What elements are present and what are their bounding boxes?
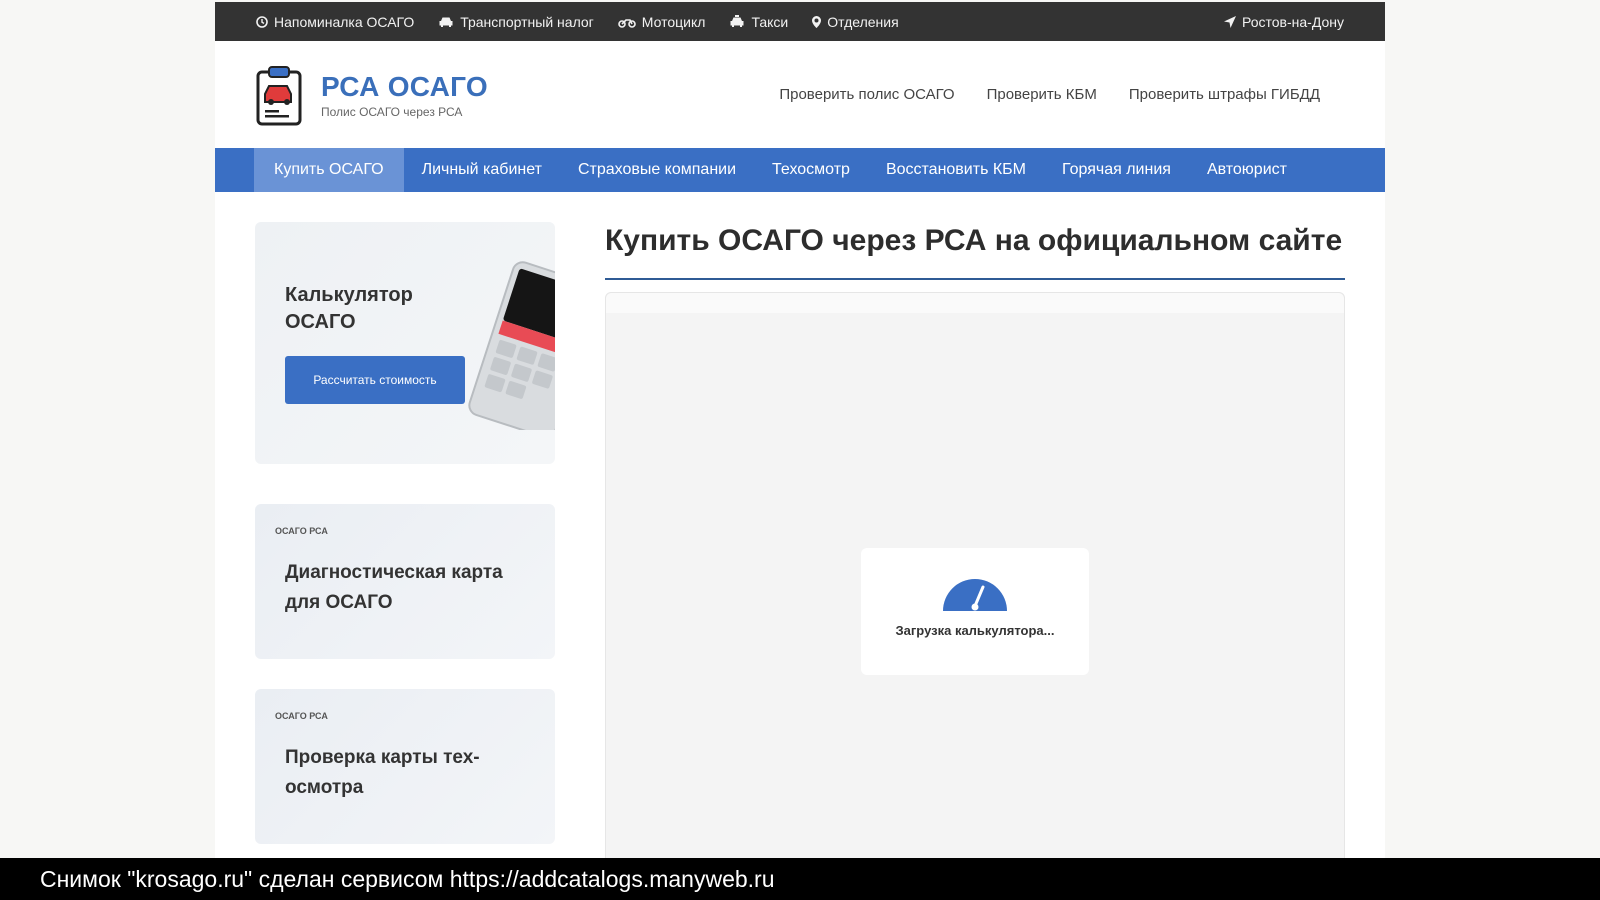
post-title: Проверка карты тех-осмотра [285, 747, 480, 798]
page-content: Калькулятор ОСАГО Рассчитать стоимость О… [215, 192, 1385, 858]
nav-item-hotline[interactable]: Горячая линия [1044, 148, 1189, 192]
title-divider [605, 278, 1345, 280]
main-nav: Купить ОСАГО Личный кабинет Страховые ко… [215, 148, 1385, 192]
topbar-link-label: Отделения [827, 13, 899, 30]
nav-item-inspection[interactable]: Техосмотр [754, 148, 868, 192]
location-arrow-icon [1224, 15, 1236, 28]
nav-item-account[interactable]: Личный кабинет [404, 148, 560, 192]
frame-top-strip [606, 293, 1344, 313]
nav-item-insurers[interactable]: Страховые компании [560, 148, 754, 192]
post-tag: ОСАГО РСА [275, 711, 328, 721]
topbar-link-taxi[interactable]: Такси [729, 14, 788, 30]
topbar-link-transport-tax[interactable]: Транспортный налог [438, 14, 594, 30]
post-title: Диагностическая карта для ОСАГО [285, 562, 503, 613]
sidebar: Калькулятор ОСАГО Рассчитать стоимость О… [255, 222, 555, 858]
post-card-inspection-check[interactable]: ОСАГО РСА Проверка карты тех-осмотра [255, 689, 555, 844]
city-selector[interactable]: Ростов-на-Дону [1224, 14, 1344, 30]
check-kbm-link[interactable]: Проверить КБМ [987, 86, 1097, 103]
map-pin-icon [812, 15, 822, 28]
topbar-link-motorcycle[interactable]: Мотоцикл [617, 13, 706, 30]
calculator-phone-image [468, 261, 555, 430]
motorcycle-icon [617, 18, 636, 28]
topbar-link-label: Напоминалка ОСАГО [274, 13, 415, 30]
topbar-link-label: Такси [751, 13, 789, 30]
top-bar-links: Напоминалка ОСАГО Транспортный налог Мот… [256, 14, 899, 30]
check-fines-link[interactable]: Проверить штрафы ГИБДД [1129, 86, 1320, 103]
main-column: Купить ОСАГО через РСА на официальном са… [605, 222, 1345, 858]
clock-icon [256, 15, 268, 28]
topbar-link-label: Мотоцикл [641, 13, 706, 30]
logo-subtitle: Полис ОСАГО через РСА [321, 104, 463, 119]
clipboard-car-icon [256, 65, 302, 125]
taxi-icon [730, 15, 744, 27]
calculate-cost-button[interactable]: Рассчитать стоимость [285, 356, 465, 404]
nav-item-restore-kbm[interactable]: Восстановить КБМ [868, 148, 1044, 192]
calculator-card-title: Калькулятор ОСАГО [285, 284, 413, 333]
header-links: Проверить полис ОСАГО Проверить КБМ Пров… [779, 86, 1320, 103]
city-label: Ростов-на-Дону [1242, 13, 1344, 30]
post-tag: ОСАГО РСА [275, 526, 328, 536]
topbar-link-label: Транспортный налог [460, 13, 594, 30]
calculator-card: Калькулятор ОСАГО Рассчитать стоимость [255, 222, 555, 464]
capture-caption: Снимок "krosago.ru" сделан сервисом http… [0, 858, 1600, 900]
car-icon [439, 17, 453, 27]
logo-text: РСА ОСАГО Полис ОСАГО через РСА [321, 71, 488, 119]
logo-title: РСА ОСАГО [321, 70, 489, 102]
top-bar: Напоминалка ОСАГО Транспортный налог Мот… [215, 2, 1385, 41]
calculator-frame: Загрузка калькулятора... [605, 292, 1345, 858]
site-header: РСА ОСАГО Полис ОСАГО через РСА Проверит… [215, 41, 1385, 148]
nav-item-buy-osago[interactable]: Купить ОСАГО [254, 148, 404, 192]
nav-item-lawyer[interactable]: Автоюрист [1189, 148, 1305, 192]
loading-panel: Загрузка калькулятора... [861, 548, 1089, 675]
topbar-link-branches[interactable]: Отделения [812, 13, 899, 30]
loading-text: Загрузка калькулятора... [895, 623, 1055, 638]
post-card-diagnostic[interactable]: ОСАГО РСА Диагностическая карта для ОСАГ… [255, 504, 555, 659]
site-logo[interactable]: РСА ОСАГО Полис ОСАГО через РСА [255, 64, 488, 126]
page-title: Купить ОСАГО через РСА на официальном са… [605, 224, 1343, 257]
website: Напоминалка ОСАГО Транспортный налог Мот… [215, 2, 1385, 858]
speedometer-icon [943, 579, 1007, 611]
topbar-link-reminder[interactable]: Напоминалка ОСАГО [256, 14, 414, 30]
check-policy-link[interactable]: Проверить полис ОСАГО [779, 86, 954, 103]
